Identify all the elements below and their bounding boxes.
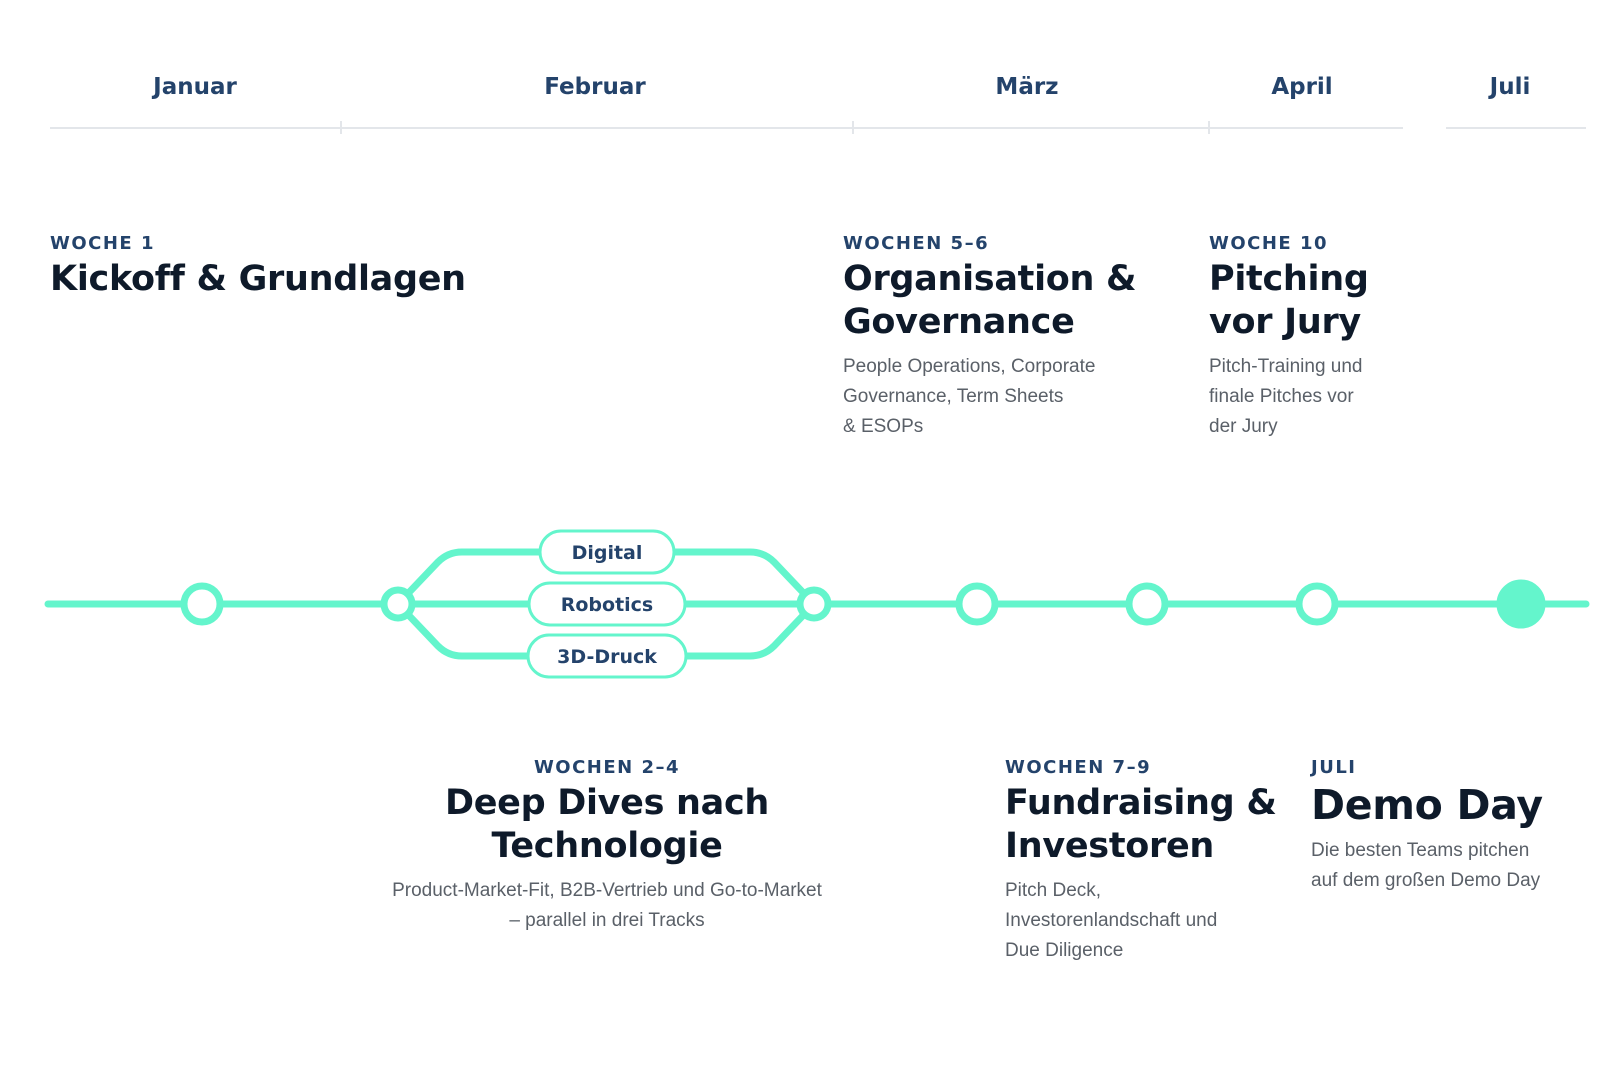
- phase-description: Product-Market-Fit, B2B-Vertrieb und Go-…: [357, 876, 857, 936]
- phase-title-line: Technologie: [491, 826, 723, 866]
- phase-description: Pitch Deck, Investorenlandschaft und Due…: [1005, 876, 1277, 966]
- track-label-digital: Digital: [572, 542, 643, 564]
- milestone-node-branch-end: [796, 586, 832, 622]
- milestone-node-week-1: [180, 582, 224, 626]
- milestone-node-weeks-7-9: [1125, 582, 1169, 626]
- phase-description-line: Investorenlandschaft und: [1005, 910, 1218, 931]
- milestone-node-demo-day: [1496, 579, 1546, 629]
- phase-title-line: Fundraising &: [1005, 783, 1277, 823]
- phase-label: JULI: [1311, 757, 1357, 778]
- phase-description-line: auf dem großen Demo Day: [1311, 870, 1541, 891]
- phase-description-line: Die besten Teams pitchen: [1311, 840, 1530, 861]
- phase-title: Fundraising & Investoren: [1005, 782, 1277, 868]
- phase-weeks-7-9: WOCHEN 7–9 Fundraising & Investoren Pitc…: [1005, 757, 1277, 966]
- milestone-node-branch-start: [380, 586, 416, 622]
- phase-title-line: Deep Dives nach: [444, 783, 770, 823]
- phase-weeks-2-4: WOCHEN 2–4 Deep Dives nach Technologie P…: [357, 757, 857, 936]
- phase-label: WOCHEN 2–4: [533, 757, 681, 778]
- milestone-node-weeks-5-6: [955, 582, 999, 626]
- phase-description-line: – parallel in drei Tracks: [509, 910, 705, 931]
- track-label-3d-druck: 3D-Druck: [557, 646, 657, 668]
- phase-title: Demo Day: [1311, 781, 1543, 829]
- phase-description-line: Due Diligence: [1005, 940, 1124, 961]
- phase-title: Deep Dives nach Technologie: [357, 782, 857, 868]
- track-pill-robotics: Robotics: [527, 581, 687, 627]
- phase-july: JULI Demo Day Die besten Teams pitchen a…: [1311, 757, 1543, 896]
- phase-title-line: Investoren: [1005, 826, 1215, 866]
- track-pill-digital: Digital: [538, 529, 676, 575]
- track-label-robotics: Robotics: [561, 594, 654, 616]
- track-pill-3d-druck: 3D-Druck: [526, 633, 688, 679]
- phase-description-line: Pitch Deck,: [1005, 880, 1102, 901]
- phase-description: Die besten Teams pitchen auf dem großen …: [1311, 836, 1543, 896]
- phase-description-line: Product-Market-Fit, B2B-Vertrieb und Go-…: [392, 880, 822, 901]
- phase-label: WOCHEN 7–9: [1005, 757, 1152, 778]
- milestone-node-week-10: [1295, 582, 1339, 626]
